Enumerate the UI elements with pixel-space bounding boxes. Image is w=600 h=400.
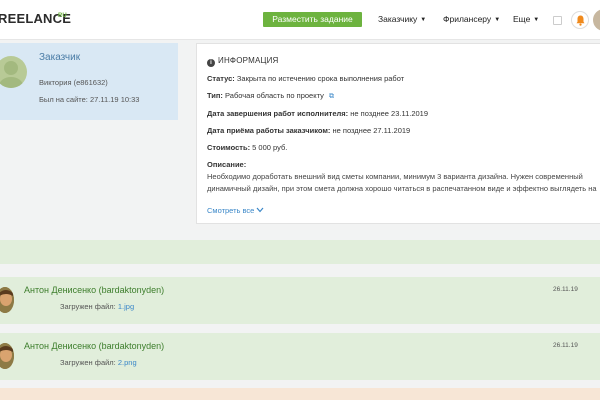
- file-link[interactable]: 2.png: [118, 358, 137, 367]
- customer-avatar: [0, 56, 27, 88]
- type-row: Тип: Рабочая область по проекту ⧉: [207, 91, 334, 101]
- message-author[interactable]: Антон Денисенко (bardaktonyden): [24, 341, 164, 351]
- info-heading: i ИНФОРМАЦИЯ: [207, 56, 279, 67]
- post-task-button[interactable]: Разместить задание: [263, 12, 362, 27]
- acceptance-row: Дата приёма работы заказчиком: не поздне…: [207, 126, 410, 135]
- see-all-label: Смотреть все: [207, 206, 255, 215]
- deadline-label: Дата завершения работ исполнителя:: [207, 109, 349, 118]
- customer-name[interactable]: Виктория (e861632): [39, 78, 108, 87]
- menu-more[interactable]: Еще ▼: [513, 14, 539, 24]
- chevron-down-icon: ▼: [533, 17, 540, 23]
- messages-icon[interactable]: [553, 16, 562, 25]
- user-photo-icon: [0, 287, 14, 313]
- cost-label: Стоимость:: [207, 143, 251, 152]
- menu-freelancer-label: Фрилансеру: [443, 14, 492, 24]
- type-label: Тип:: [207, 91, 223, 100]
- cost-value: 5 000 руб.: [252, 143, 288, 152]
- customer-last-seen: Был на сайте: 27.11.19 10:33: [39, 95, 140, 104]
- customer-title: Заказчик: [39, 52, 81, 63]
- description-text: Необходимо доработать внешний вид сметы …: [207, 172, 597, 198]
- message-file: Загружен файл: 2.png: [60, 358, 137, 367]
- menu-freelancer[interactable]: Фрилансеру ▼: [443, 14, 500, 24]
- info-icon: i: [207, 59, 215, 67]
- message-date: 26.11.19: [553, 342, 578, 349]
- message-date: 26.11.19: [553, 286, 578, 293]
- feed-message: Антон Денисенко (bardaktonyden) Загружен…: [0, 333, 600, 380]
- chevron-down-icon: [256, 207, 264, 213]
- menu-customer-label: Заказчику: [378, 14, 418, 24]
- feed-message: Антон Денисенко (bardaktonyden) Загружен…: [0, 277, 600, 324]
- menu-customer[interactable]: Заказчику ▼: [378, 14, 426, 24]
- feed-next-item: [0, 388, 600, 400]
- top-header: REELANCE RU Разместить задание Заказчику…: [0, 0, 600, 40]
- feed-empty-row: [0, 240, 600, 264]
- author-avatar[interactable]: [0, 343, 14, 369]
- site-logo-suffix: RU: [58, 13, 67, 19]
- notifications-button[interactable]: [571, 11, 589, 29]
- user-silhouette-icon: [0, 61, 23, 88]
- user-photo-icon: [0, 343, 14, 369]
- deadline-row: Дата завершения работ исполнителя: не по…: [207, 109, 428, 118]
- external-link-icon[interactable]: ⧉: [329, 93, 334, 101]
- file-link[interactable]: 1.jpg: [118, 302, 134, 311]
- customer-card: Заказчик Виктория (e861632) Был на сайте…: [0, 43, 178, 120]
- chevron-down-icon: ▼: [494, 17, 501, 23]
- author-avatar[interactable]: [0, 287, 14, 313]
- info-heading-label: ИНФОРМАЦИЯ: [218, 56, 279, 65]
- cost-row: Стоимость: 5 000 руб.: [207, 143, 287, 152]
- status-row: Статус: Закрыта по истечению срока выпол…: [207, 74, 404, 83]
- bell-icon: [576, 15, 585, 26]
- type-value: Рабочая область по проекту: [225, 91, 324, 100]
- acceptance-label: Дата приёма работы заказчиком:: [207, 126, 331, 135]
- project-info-card: i ИНФОРМАЦИЯ Статус: Закрыта по истечению…: [196, 43, 600, 224]
- message-file: Загружен файл: 1.jpg: [60, 302, 134, 311]
- see-all-link[interactable]: Смотреть все: [207, 206, 264, 215]
- status-value: Закрыта по истечению срока выполнения ра…: [236, 74, 405, 83]
- status-label: Статус:: [207, 74, 235, 83]
- file-label: Загружен файл:: [60, 302, 116, 311]
- description-label: Описание:: [207, 160, 247, 169]
- user-avatar[interactable]: [593, 9, 600, 31]
- chevron-down-icon: ▼: [420, 17, 427, 23]
- file-label: Загружен файл:: [60, 358, 116, 367]
- description-row: Описание:: [207, 160, 246, 169]
- message-author[interactable]: Антон Денисенко (bardaktonyden): [24, 285, 164, 295]
- menu-more-label: Еще: [513, 14, 531, 24]
- deadline-value: не позднее 23.11.2019: [350, 109, 429, 118]
- acceptance-value: не позднее 27.11.2019: [332, 126, 411, 135]
